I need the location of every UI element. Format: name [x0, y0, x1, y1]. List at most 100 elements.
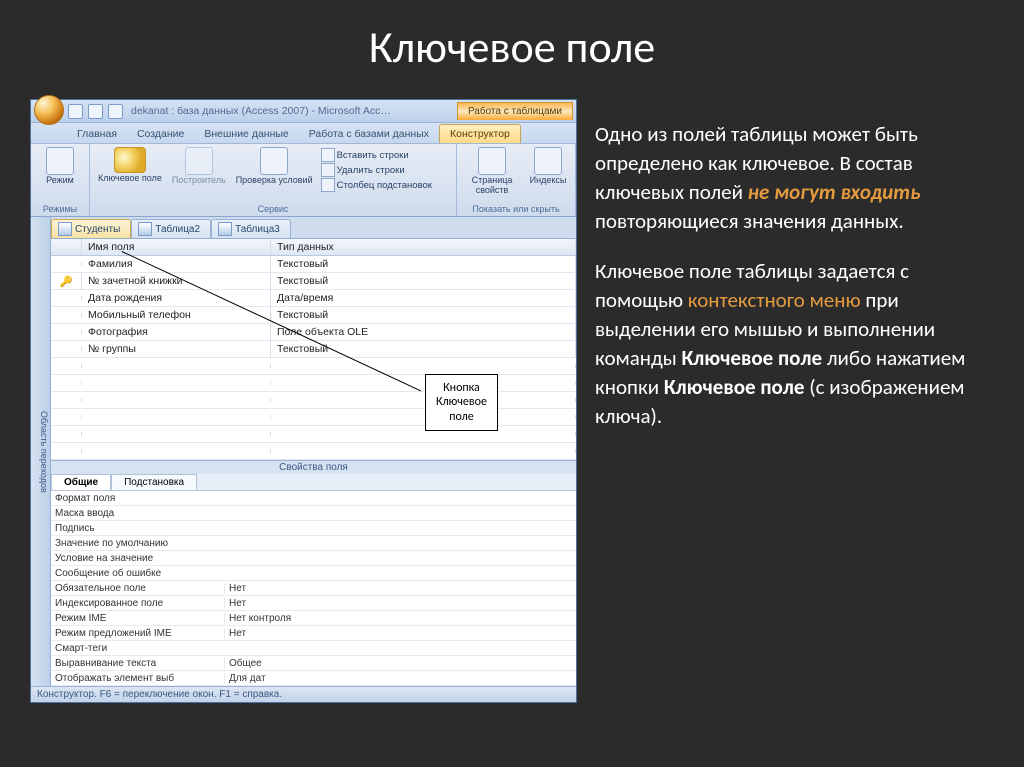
proptab-general[interactable]: Общие: [51, 474, 111, 490]
row-selector[interactable]: [51, 347, 82, 351]
qat-save-icon[interactable]: [68, 104, 83, 119]
primary-key-button[interactable]: Ключевое поле: [94, 146, 166, 192]
data-type-cell[interactable]: Текстовый: [271, 256, 576, 272]
doctab-students[interactable]: Студенты: [51, 219, 131, 238]
property-row[interactable]: Отображать элемент выбДля дат: [51, 671, 576, 686]
row-selector[interactable]: [51, 330, 82, 334]
delete-icon: [321, 163, 335, 177]
tab-dbtools[interactable]: Работа с базами данных: [299, 125, 439, 143]
data-type-cell[interactable]: Текстовый: [271, 341, 576, 357]
field-row[interactable]: Мобильный телефонТекстовый: [51, 307, 576, 324]
row-selector[interactable]: [51, 262, 82, 266]
row-selector[interactable]: [51, 296, 82, 300]
ribbon-tabs: Главная Создание Внешние данные Работа с…: [31, 123, 576, 143]
office-button[interactable]: [34, 95, 64, 125]
grid-icon: [46, 147, 74, 175]
property-row[interactable]: Выравнивание текстаОбщее: [51, 656, 576, 671]
property-sheet[interactable]: Формат поля Маска ввода Подпись Значение по…: [51, 491, 576, 686]
data-type-cell[interactable]: Текстовый: [271, 273, 576, 289]
slide-body: Одно из полей таблицы может быть определ…: [580, 99, 994, 703]
property-row[interactable]: Смарт-теги: [51, 641, 576, 656]
data-type-cell[interactable]: Поле объекта OLE: [271, 324, 576, 340]
sheet-icon: [478, 147, 506, 175]
field-name-cell[interactable]: Фамилия: [82, 256, 271, 272]
builder-button[interactable]: Построитель: [168, 146, 230, 192]
property-row[interactable]: Подпись: [51, 521, 576, 536]
grid-header-sel: [51, 239, 82, 255]
nav-pane-collapsed[interactable]: Область переходов: [31, 217, 51, 686]
property-row[interactable]: Условие на значение: [51, 551, 576, 566]
data-type-cell[interactable]: Дата/время: [271, 290, 576, 306]
property-row[interactable]: Режим IMEНет контроля: [51, 611, 576, 626]
property-row[interactable]: Сообщение об ошибке: [51, 566, 576, 581]
proptab-lookup[interactable]: Подстановка: [111, 474, 197, 490]
field-row[interactable]: № группыТекстовый: [51, 341, 576, 358]
field-row[interactable]: ФотографияПоле объекта OLE: [51, 324, 576, 341]
property-row[interactable]: Значение по умолчанию: [51, 536, 576, 551]
property-row[interactable]: Маска ввода: [51, 506, 576, 521]
table-icon: [218, 222, 232, 236]
tab-external[interactable]: Внешние данные: [194, 125, 298, 143]
property-name: Выравнивание текста: [51, 658, 224, 669]
check-icon: [260, 147, 288, 175]
table-icon: [58, 222, 72, 236]
view-button[interactable]: Режим: [35, 146, 85, 186]
grid-header-fieldname: Имя поля: [82, 239, 271, 255]
property-name: Обязательное поле: [51, 583, 224, 594]
tab-design[interactable]: Конструктор: [439, 124, 521, 143]
property-value[interactable]: Нет: [224, 583, 576, 594]
lightning-icon: [534, 147, 562, 175]
field-name-cell[interactable]: Мобильный телефон: [82, 307, 271, 323]
property-name: Индексированное поле: [51, 598, 224, 609]
row-selector[interactable]: 🔑: [51, 273, 82, 290]
window-title: dekanat : база данных (Access 2007) - Mi…: [131, 105, 391, 117]
indexes-button[interactable]: Индексы: [525, 146, 571, 196]
field-name-cell[interactable]: № зачетной книжки: [82, 273, 271, 289]
property-value[interactable]: Нет: [224, 598, 576, 609]
data-type-cell[interactable]: Текстовый: [271, 307, 576, 323]
insert-icon: [321, 148, 335, 162]
property-name: Значение по умолчанию: [51, 538, 224, 549]
group-tools-caption: Сервис: [94, 203, 452, 215]
property-value[interactable]: Нет: [224, 628, 576, 639]
tab-create[interactable]: Создание: [127, 125, 194, 143]
property-value[interactable]: Общее: [224, 658, 576, 669]
property-name: Условие на значение: [51, 553, 224, 564]
group-showhide-caption: Показать или скрыть: [461, 203, 571, 215]
property-value[interactable]: Нет контроля: [224, 613, 576, 624]
field-name-cell[interactable]: № группы: [82, 341, 271, 357]
field-row[interactable]: 🔑№ зачетной книжкиТекстовый: [51, 273, 576, 290]
row-selector[interactable]: [51, 313, 82, 317]
property-row[interactable]: Режим предложений IMEНет: [51, 626, 576, 641]
property-sheet-button[interactable]: Страница свойств: [461, 146, 523, 196]
field-name-cell[interactable]: Дата рождения: [82, 290, 271, 306]
qat-redo-icon[interactable]: [108, 104, 123, 119]
lookup-column-button[interactable]: Столбец подстановок: [319, 178, 434, 192]
field-name-cell[interactable]: Фотография: [82, 324, 271, 340]
callout-label: КнопкаКлючевоеполе: [425, 374, 498, 431]
property-name: Маска ввода: [51, 508, 224, 519]
field-row[interactable]: ФамилияТекстовый: [51, 256, 576, 273]
property-name: Режим предложений IME: [51, 628, 224, 639]
property-name: Подпись: [51, 523, 224, 534]
tab-home[interactable]: Главная: [67, 125, 127, 143]
field-properties-caption: Свойства поля: [51, 460, 576, 474]
property-value[interactable]: Для дат: [224, 673, 576, 684]
lookup-icon: [321, 178, 335, 192]
key-icon: [114, 147, 146, 173]
property-name: Сообщение об ошибке: [51, 568, 224, 579]
property-row[interactable]: Формат поля: [51, 491, 576, 506]
contextual-tab[interactable]: Работа с таблицами: [457, 102, 573, 120]
doctab-table2[interactable]: Таблица2: [131, 219, 211, 238]
field-row[interactable]: Дата рожденияДата/время: [51, 290, 576, 307]
delete-rows-button[interactable]: Удалить строки: [319, 163, 434, 177]
property-name: Режим IME: [51, 613, 224, 624]
property-row[interactable]: Обязательное полеНет: [51, 581, 576, 596]
property-row[interactable]: Индексированное полеНет: [51, 596, 576, 611]
doctab-table3[interactable]: Таблица3: [211, 219, 291, 238]
field-row-empty[interactable]: [51, 358, 576, 375]
test-rules-button[interactable]: Проверка условий: [232, 146, 317, 192]
insert-rows-button[interactable]: Вставить строки: [319, 148, 434, 162]
field-row-empty[interactable]: [51, 443, 576, 460]
qat-undo-icon[interactable]: [88, 104, 103, 119]
